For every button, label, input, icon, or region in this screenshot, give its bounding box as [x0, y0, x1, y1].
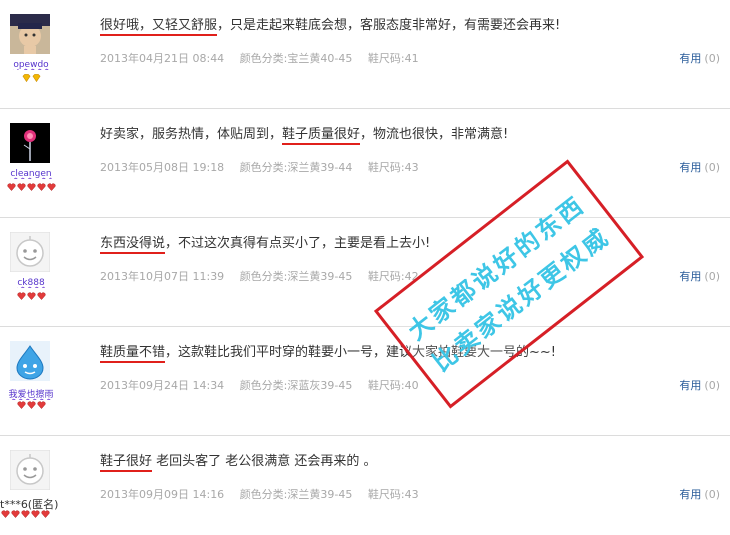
red-heart-icon — [40, 510, 50, 518]
review-meta: 2013年09月09日 14:16 颜色分类:深兰黄39-45 鞋尺码:43 — [100, 486, 431, 502]
review-text-rest: ，这款鞋比我们平时穿的鞋要小一号，建议大家拍鞋要大一号的~~! — [165, 345, 557, 360]
review-highlight: 鞋子质量很好 — [282, 127, 361, 145]
avatar[interactable] — [10, 123, 50, 163]
red-heart-icon — [30, 510, 40, 518]
blue-droplet-avatar-icon — [10, 341, 50, 381]
review-size: 鞋尺码:41 — [367, 52, 419, 65]
yellow-diamond-icon — [32, 74, 40, 82]
rose-photo-icon — [10, 123, 50, 163]
useful-button[interactable]: 有用 (0) — [679, 268, 720, 284]
yellow-diamond-icon — [22, 74, 30, 82]
review-text: 鞋质量不错，这款鞋比我们平时穿的鞋要小一号，建议大家拍鞋要大一号的~~! — [100, 341, 557, 363]
rank-badge — [0, 399, 62, 409]
review-item: cleangen 好卖家，服务热情，体贴周到，鞋子质量很好，物流也很快，非常满意… — [0, 109, 730, 218]
review-color: 颜色分类:深兰黄39-44 — [239, 161, 353, 174]
useful-count: (0) — [704, 270, 720, 283]
avatar[interactable] — [10, 450, 50, 490]
useful-label[interactable]: 有用 — [679, 488, 701, 501]
review-text-rest: ，只是走起来鞋底会想，客服态度非常好，有需要还会再来! — [217, 18, 561, 33]
review-highlight: 鞋子很好 — [100, 454, 153, 472]
rank-badge — [0, 508, 62, 518]
nickname[interactable]: opewdo — [0, 60, 62, 70]
review-highlight: 很好哦，又轻又舒服 — [100, 18, 218, 36]
useful-label[interactable]: 有用 — [679, 52, 701, 65]
review-item: 我爱也擦雨 鞋质量不错，这款鞋比我们平时穿的鞋要小一号，建议大家拍鞋要大一号的~… — [0, 327, 730, 436]
useful-button[interactable]: 有用 (0) — [679, 159, 720, 175]
rank-badge — [0, 181, 62, 191]
useful-label[interactable]: 有用 — [679, 161, 701, 174]
red-heart-icon — [36, 183, 46, 191]
red-heart-icon — [20, 510, 30, 518]
red-heart-icon — [36, 292, 46, 300]
red-heart-icon — [26, 401, 36, 409]
review-date: 2013年10月07日 11:39 — [100, 270, 225, 283]
review-date: 2013年09月09日 14:16 — [100, 488, 225, 501]
useful-label[interactable]: 有用 — [679, 379, 701, 392]
review-text: 好卖家，服务热情，体贴周到，鞋子质量很好，物流也很快，非常满意! — [100, 123, 509, 145]
useful-count: (0) — [704, 379, 720, 392]
review-date: 2013年04月21日 08:44 — [100, 52, 225, 65]
review-meta: 2013年09月24日 14:34 颜色分类:深蓝灰39-45 鞋尺码:40 — [100, 377, 431, 393]
user-photo-icon — [10, 14, 50, 54]
red-heart-icon — [26, 183, 36, 191]
nickname[interactable]: ck888 — [0, 278, 62, 288]
useful-count: (0) — [704, 161, 720, 174]
review-color: 颜色分类:深蓝灰39-45 — [239, 379, 353, 392]
nickname[interactable]: cleangen — [0, 169, 62, 179]
review-text: 很好哦，又轻又舒服，只是走起来鞋底会想，客服态度非常好，有需要还会再来! — [100, 14, 561, 36]
review-meta: 2013年04月21日 08:44 颜色分类:宝兰黄40-45 鞋尺码:41 — [100, 50, 431, 66]
review-date: 2013年09月24日 14:34 — [100, 379, 225, 392]
red-heart-icon — [10, 510, 20, 518]
review-text-rest: ，不过这次真得有点买小了，主要是看上去小! — [165, 236, 431, 251]
review-item: ck888 东西没得说，不过这次真得有点买小了，主要是看上去小! 2013年10… — [0, 218, 730, 327]
review-highlight: 东西没得说 — [100, 236, 166, 254]
review-date: 2013年05月08日 19:18 — [100, 161, 225, 174]
review-size: 鞋尺码:42 — [367, 270, 419, 283]
review-color: 颜色分类:深兰黄39-45 — [239, 488, 353, 501]
avatar[interactable] — [10, 14, 50, 54]
review-size: 鞋尺码:43 — [367, 161, 419, 174]
review-text: 鞋子很好 老回头客了 老公很满意 还会再来的 。 — [100, 450, 377, 472]
default-avatar-icon — [10, 232, 50, 272]
useful-button[interactable]: 有用 (0) — [679, 486, 720, 502]
review-size: 鞋尺码:43 — [367, 488, 419, 501]
review-highlight: 鞋质量不错 — [100, 345, 166, 363]
review-color: 颜色分类:宝兰黄40-45 — [239, 52, 353, 65]
red-heart-icon — [46, 183, 56, 191]
review-text-rest: 老回头客了 老公很满意 还会再来的 。 — [152, 454, 377, 469]
review-meta: 2013年10月07日 11:39 颜色分类:深兰黄39-45 鞋尺码:42 — [100, 268, 431, 284]
rank-badge — [0, 290, 62, 300]
useful-button[interactable]: 有用 (0) — [679, 50, 720, 66]
avatar[interactable] — [10, 341, 50, 381]
rank-badge — [0, 72, 62, 82]
review-text-rest: ，物流也很快，非常满意! — [360, 127, 509, 142]
useful-label[interactable]: 有用 — [679, 270, 701, 283]
red-heart-icon — [36, 401, 46, 409]
review-color: 颜色分类:深兰黄39-45 — [239, 270, 353, 283]
review-item: opewdo 很好哦，又轻又舒服，只是走起来鞋底会想，客服态度非常好，有需要还会… — [0, 0, 730, 109]
review-text: 东西没得说，不过这次真得有点买小了，主要是看上去小! — [100, 232, 431, 254]
red-heart-icon — [16, 183, 26, 191]
useful-button[interactable]: 有用 (0) — [679, 377, 720, 393]
default-avatar-icon — [10, 450, 50, 490]
useful-count: (0) — [704, 52, 720, 65]
red-heart-icon — [0, 510, 10, 518]
red-heart-icon — [6, 183, 16, 191]
review-item: t***6(匿名) 鞋子很好 老回头客了 老公很满意 还会再来的 。 2013年… — [0, 436, 730, 535]
useful-count: (0) — [704, 488, 720, 501]
review-meta: 2013年05月08日 19:18 颜色分类:深兰黄39-44 鞋尺码:43 — [100, 159, 431, 175]
red-heart-icon — [16, 292, 26, 300]
avatar[interactable] — [10, 232, 50, 272]
review-text-lead: 好卖家，服务热情，体贴周到， — [100, 127, 283, 142]
red-heart-icon — [26, 292, 36, 300]
red-heart-icon — [16, 401, 26, 409]
review-size: 鞋尺码:40 — [367, 379, 419, 392]
